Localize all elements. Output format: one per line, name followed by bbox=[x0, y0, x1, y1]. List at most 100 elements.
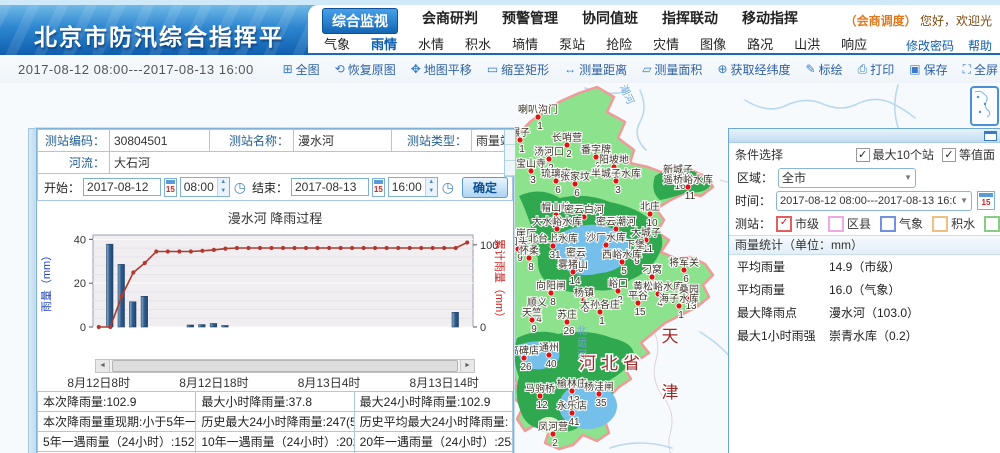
line-point bbox=[362, 246, 366, 250]
line-point bbox=[189, 249, 193, 253]
station-type-checkbox[interactable]: 积水 bbox=[932, 215, 975, 232]
line-point bbox=[258, 246, 262, 250]
checkbox-icon bbox=[828, 216, 844, 232]
chart-scrollbar[interactable]: ◄ ► bbox=[95, 359, 475, 373]
start-calendar-icon[interactable]: 15 bbox=[164, 178, 177, 197]
station-value: 1 bbox=[519, 144, 525, 155]
station-code-value: 30804501 bbox=[110, 130, 210, 152]
filter-checkbox[interactable]: ✓等值面 bbox=[942, 146, 995, 163]
time-calendar-icon[interactable]: 15 bbox=[977, 191, 995, 210]
station-dot bbox=[615, 288, 621, 294]
region-select[interactable]: 全市 ▼ bbox=[778, 168, 916, 188]
line-point bbox=[454, 246, 458, 250]
app-window: 河北省天津潮河北运河喇叭沟门1碾子1长哨营2汤河口2番字牌2阳坡地3宝山寺3琉璃… bbox=[0, 0, 1000, 453]
end-date-input[interactable] bbox=[291, 178, 369, 196]
start-date-input[interactable] bbox=[83, 178, 161, 196]
stat-row: 最大1小时雨强崇青水库（0.2） bbox=[729, 324, 1000, 347]
scrollbar-thumb[interactable] bbox=[112, 360, 458, 372]
x-tick-label: 8月12日8时 bbox=[59, 374, 139, 391]
time-select[interactable]: 2017-08-12 08:00---2017-08-13 16:00 ▼ bbox=[776, 191, 972, 211]
spin-down-icon[interactable]: ▼ bbox=[426, 187, 437, 196]
river-value: 大石河 bbox=[110, 152, 513, 174]
start-time-stepper[interactable]: 08:00 ▲▼ bbox=[180, 177, 230, 197]
station-type-checkbox[interactable]: 区县 bbox=[828, 215, 871, 232]
station-info-table: 测站编码： 30804501 测站名称： 漫水河 测站类型： 雨量站 河流： 大… bbox=[37, 129, 513, 174]
station-value: 41 bbox=[568, 417, 580, 428]
station-value: 2 bbox=[552, 438, 558, 449]
station-dot bbox=[535, 114, 541, 120]
rainfall-chart-svg: 020400100雨量（mm）累计雨量（mm） bbox=[37, 225, 507, 359]
station-dot bbox=[517, 137, 523, 143]
line-point bbox=[131, 270, 135, 274]
chevron-down-icon: ▼ bbox=[960, 196, 968, 205]
station-type-checkbox[interactable]: 气象 bbox=[880, 215, 923, 232]
start-clock-icon[interactable]: ◷ bbox=[234, 179, 246, 196]
x-tick-label: 8月12日18时 bbox=[174, 374, 254, 391]
svg-text:20: 20 bbox=[74, 278, 86, 290]
station-dot bbox=[681, 267, 687, 273]
line-point bbox=[373, 246, 377, 250]
checkbox-label: 等值面 bbox=[959, 146, 995, 163]
line-point bbox=[304, 246, 308, 250]
river-label: 河流： bbox=[38, 152, 110, 174]
spin-up-icon[interactable]: ▲ bbox=[218, 178, 229, 187]
stat-row: 最大降雨点漫水河（103.0） bbox=[729, 301, 1000, 324]
station-filter-label: 测站： bbox=[735, 215, 771, 232]
station-type-checkbox[interactable]: 泵站 bbox=[984, 215, 1000, 232]
station-value: 2 bbox=[566, 149, 572, 160]
station-value: 1 bbox=[537, 121, 543, 132]
stat-value: 16.0（气象） bbox=[829, 281, 900, 298]
stat-label: 平均雨量 bbox=[737, 281, 829, 298]
stat-row: 平均雨量16.0（气象） bbox=[729, 278, 1000, 301]
scroll-right-icon[interactable]: ► bbox=[460, 360, 474, 372]
app-logo: 北京市防汛综合指挥平台 bbox=[0, 5, 308, 55]
filter-checkbox[interactable]: ✓最大10个站 bbox=[856, 146, 934, 163]
condition-panel-header bbox=[729, 129, 1000, 143]
line-point bbox=[235, 246, 239, 250]
station-value: 8 bbox=[528, 262, 534, 273]
summary-cell: 10年一遇雨量（24小时）:202.0 bbox=[196, 432, 354, 452]
station-dot bbox=[564, 319, 570, 325]
station-dot bbox=[553, 178, 559, 184]
station-dot bbox=[685, 184, 691, 190]
station-dot bbox=[570, 269, 576, 275]
end-calendar-icon[interactable]: 15 bbox=[372, 178, 385, 197]
time-range-controls: 开始： 15 08:00 ▲▼ ◷ 结束： 15 16:00 ▲▼ ◷ 确定 bbox=[37, 174, 513, 201]
station-value: 1 bbox=[678, 310, 684, 321]
spin-up-icon[interactable]: ▲ bbox=[426, 178, 437, 187]
line-point bbox=[212, 248, 216, 252]
line-point bbox=[442, 246, 446, 250]
app-title: 北京市防汛综合指挥平台 bbox=[0, 5, 308, 55]
stat-row: 平均雨量14.9（市级） bbox=[729, 255, 1000, 278]
station-type-checkbox[interactable]: ✓市级 bbox=[776, 215, 819, 232]
station-detail-panel: 测站编码： 30804501 测站名称： 漫水河 测站类型： 雨量站 河流： 大… bbox=[36, 128, 514, 453]
station-dot bbox=[647, 211, 653, 217]
rain-bar bbox=[452, 312, 459, 327]
station-dot bbox=[550, 243, 556, 249]
end-clock-icon[interactable]: ◷ bbox=[442, 179, 454, 196]
scroll-left-icon[interactable]: ◄ bbox=[96, 360, 110, 372]
summary-cell: 20年一遇雨量（24小时）:253.0 bbox=[354, 432, 512, 452]
station-dot bbox=[526, 255, 532, 261]
spin-down-icon[interactable]: ▼ bbox=[218, 187, 229, 196]
station-dot bbox=[635, 300, 641, 306]
rain-bar bbox=[187, 325, 194, 327]
rain-bar bbox=[199, 325, 206, 327]
station-dot bbox=[613, 226, 619, 232]
confirm-button[interactable]: 确定 bbox=[462, 177, 508, 198]
x-tick-label: 8月13日4时 bbox=[289, 374, 369, 391]
rainfall-summary-table: 本次降雨量:102.9最大小时降雨量:37.8最大24小时降雨量:102.9本次… bbox=[37, 391, 513, 453]
stat-value: 漫水河（103.0） bbox=[829, 304, 919, 321]
line-point bbox=[315, 246, 319, 250]
window-restore-icon[interactable] bbox=[984, 131, 997, 141]
rain-bar bbox=[130, 302, 137, 327]
station-code-label: 测站编码： bbox=[38, 130, 110, 152]
summary-cell: 最大24小时降雨量:102.9 bbox=[354, 392, 512, 412]
line-point bbox=[350, 246, 354, 250]
station-dot bbox=[521, 355, 527, 361]
mini-overview-map[interactable] bbox=[970, 86, 999, 126]
checkbox-icon: ✓ bbox=[856, 148, 870, 162]
end-time-stepper[interactable]: 16:00 ▲▼ bbox=[388, 177, 438, 197]
condition-panel: 条件选择 ✓最大10个站✓等值面 区域： 全市 ▼ 时间： 2017-08-12… bbox=[728, 128, 1000, 453]
panel-collapse-strip[interactable] bbox=[504, 129, 516, 177]
